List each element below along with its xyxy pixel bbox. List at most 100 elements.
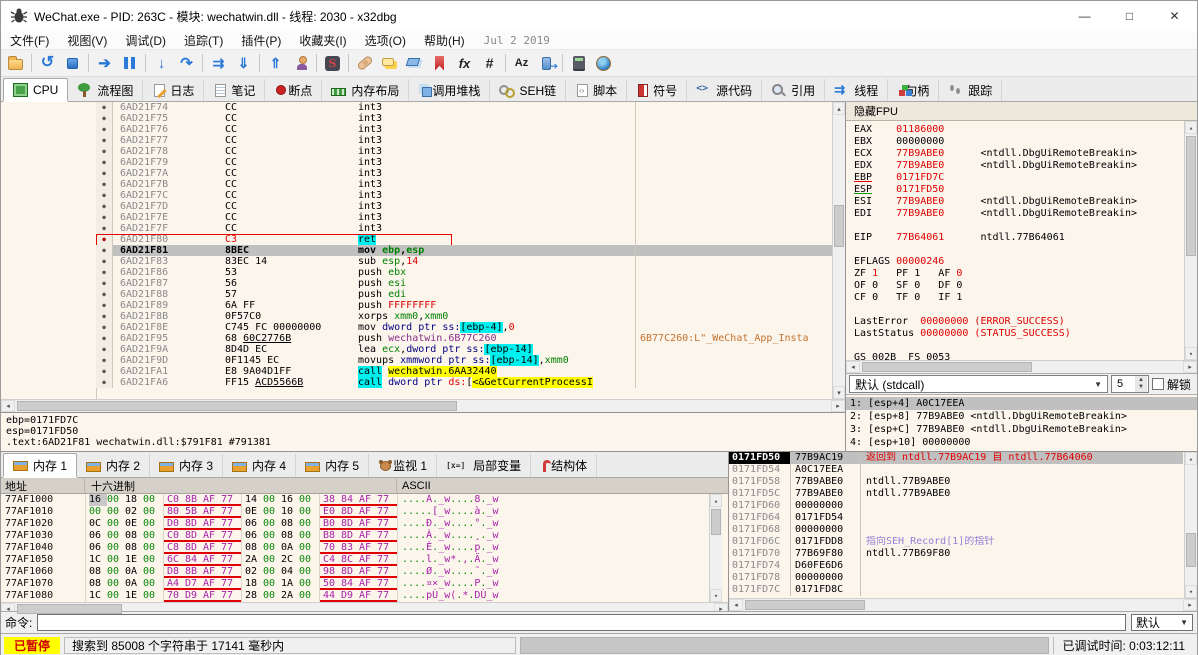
stack-row[interactable]: 0171FD5C77B9ABE0ntdll.77B9ABE0: [729, 488, 1183, 500]
dump-byte[interactable]: D9: [341, 590, 359, 602]
menu-item[interactable]: 文件(F): [1, 31, 58, 49]
scroll-track[interactable]: [710, 507, 722, 589]
breakpoint-dot-icon[interactable]: ●: [96, 168, 113, 179]
stack-row[interactable]: 0171FD5877B9ABE0ntdll.77B9ABE0: [729, 476, 1183, 488]
labels-icon[interactable]: [402, 51, 427, 76]
disassembly-vscrollbar[interactable]: ▴ ▾: [832, 102, 845, 399]
dump-byte[interactable]: C0: [167, 530, 185, 542]
disasm-row[interactable]: ●6AD21F8EC745 FC 00000000mov dword ptr s…: [96, 322, 833, 333]
dump-byte[interactable]: 1E: [125, 590, 143, 602]
dump-byte[interactable]: 00: [143, 542, 161, 554]
dump-byte[interactable]: 00: [107, 590, 125, 602]
scroll-track[interactable]: [833, 115, 845, 386]
dump-byte[interactable]: AF: [203, 530, 221, 542]
dump-byte[interactable]: 00: [299, 578, 317, 590]
tab-references[interactable]: 引用: [762, 79, 825, 101]
dump-byte[interactable]: 00: [143, 506, 161, 518]
dump-byte[interactable]: 00: [299, 494, 317, 506]
dump-byte[interactable]: 00: [143, 494, 161, 506]
dump-byte[interactable]: 00: [143, 590, 161, 602]
dump-byte[interactable]: 00: [143, 566, 161, 578]
dump-byte[interactable]: AF: [203, 506, 221, 518]
dump-byte[interactable]: 10: [281, 506, 299, 518]
tab-watch-1[interactable]: 监视 1: [369, 454, 437, 477]
scroll-right-arrow-icon[interactable]: ▸: [1183, 361, 1197, 373]
dump-byte[interactable]: 0A: [125, 578, 143, 590]
disasm-row[interactable]: ●6AD21F8756push esi: [96, 278, 833, 289]
dump-byte[interactable]: 98: [323, 566, 341, 578]
dump-byte[interactable]: 77: [221, 530, 239, 542]
dump-byte[interactable]: 77: [221, 506, 239, 518]
dump-byte[interactable]: C4: [323, 554, 341, 566]
dump-byte[interactable]: 00: [107, 542, 125, 554]
dump-byte[interactable]: 00: [263, 518, 281, 530]
dump-byte[interactable]: AF: [359, 590, 377, 602]
breakpoint-dot-icon[interactable]: ●: [96, 289, 113, 300]
tab-log[interactable]: 日志: [143, 79, 204, 101]
dump-byte[interactable]: 04: [281, 566, 299, 578]
breakpoint-dot-icon[interactable]: ●: [96, 267, 113, 278]
dump-row[interactable]: 77AF100016001800C08BAF77140016003884AF77…: [1, 494, 728, 506]
breakpoint-dot-icon[interactable]: ●: [96, 201, 113, 212]
tab-struct[interactable]: 结构体: [531, 454, 597, 477]
breakpoint-dot-icon[interactable]: ●: [96, 113, 113, 124]
breakpoint-dot-icon[interactable]: ●: [96, 234, 113, 245]
register-line[interactable]: CF 0 TF 0 IF 1: [854, 292, 1183, 304]
dump-byte[interactable]: 00: [299, 542, 317, 554]
menu-item[interactable]: 追踪(T): [175, 31, 232, 49]
minimize-button[interactable]: —: [1062, 1, 1107, 31]
dump-byte[interactable]: E0: [323, 506, 341, 518]
register-line[interactable]: ESP 0171FD50: [854, 184, 1183, 196]
scroll-track[interactable]: [1185, 134, 1197, 347]
tab-locals[interactable]: [x=]局部变量: [437, 454, 531, 477]
dump-byte[interactable]: 77: [221, 494, 239, 506]
dump-byte[interactable]: 77: [377, 494, 395, 506]
dump-byte[interactable]: 00: [89, 506, 107, 518]
dump-byte[interactable]: AF: [203, 590, 221, 602]
scroll-right-arrow-icon[interactable]: ▸: [1183, 599, 1197, 611]
stack-row[interactable]: 0171FD7800000000: [729, 572, 1183, 584]
breakpoint-dot-icon[interactable]: ●: [96, 245, 113, 256]
call-argument[interactable]: 3: [esp+C] 77B9ABE0 <ntdll.DbgUiRemoteBr…: [846, 423, 1197, 436]
dump-byte[interactable]: 08: [89, 578, 107, 590]
dump-byte[interactable]: AF: [359, 554, 377, 566]
dump-byte[interactable]: 77: [221, 542, 239, 554]
dump-byte[interactable]: AF: [359, 566, 377, 578]
disasm-row[interactable]: ●6AD21F7DCCint3: [96, 201, 833, 212]
dump-byte[interactable]: 00: [107, 530, 125, 542]
breakpoint-dot-icon[interactable]: ●: [96, 311, 113, 322]
scroll-track[interactable]: [743, 599, 1183, 611]
dump-byte[interactable]: 06: [89, 530, 107, 542]
dump-byte[interactable]: 8D: [185, 530, 203, 542]
dump-byte[interactable]: 08: [281, 518, 299, 530]
maximize-button[interactable]: □: [1107, 1, 1152, 31]
disasm-row[interactable]: ●6AD21F8653push ebx: [96, 267, 833, 278]
dump-byte[interactable]: D8: [167, 566, 185, 578]
dump-byte[interactable]: 08: [245, 542, 263, 554]
dump-byte[interactable]: 8D: [341, 530, 359, 542]
dump-byte[interactable]: 84: [185, 554, 203, 566]
dump-byte[interactable]: 18: [245, 578, 263, 590]
dump-byte[interactable]: 00: [143, 554, 161, 566]
dump-byte[interactable]: 00: [263, 506, 281, 518]
dump-byte[interactable]: 38: [323, 494, 341, 506]
breakpoint-dot-icon[interactable]: ●: [96, 377, 113, 388]
dump-byte[interactable]: 00: [263, 566, 281, 578]
stack-vscrollbar[interactable]: ▴ ▾: [1184, 452, 1197, 598]
dump-byte[interactable]: B0: [323, 518, 341, 530]
breakpoint-dot-icon[interactable]: ●: [96, 256, 113, 267]
dump-byte[interactable]: 00: [107, 566, 125, 578]
dump-byte[interactable]: 0A: [125, 566, 143, 578]
dump-byte[interactable]: 77: [221, 554, 239, 566]
strings-badge-icon[interactable]: S: [320, 51, 345, 76]
register-line[interactable]: [854, 304, 1183, 316]
stack-row[interactable]: 0171FD6800000000: [729, 524, 1183, 536]
registers-vscrollbar[interactable]: ▴ ▾: [1184, 121, 1197, 360]
disasm-row[interactable]: ●6AD21F7FCCint3: [96, 223, 833, 234]
dump-byte[interactable]: 77: [377, 542, 395, 554]
dump-byte[interactable]: 2A: [245, 554, 263, 566]
dump-byte[interactable]: 8D: [185, 542, 203, 554]
dump-byte[interactable]: 06: [245, 530, 263, 542]
dump-row[interactable]: 77AF10801C001E0070D9AF7728002A0044D9AF77…: [1, 590, 728, 602]
breakpoint-dot-icon[interactable]: ●: [96, 190, 113, 201]
